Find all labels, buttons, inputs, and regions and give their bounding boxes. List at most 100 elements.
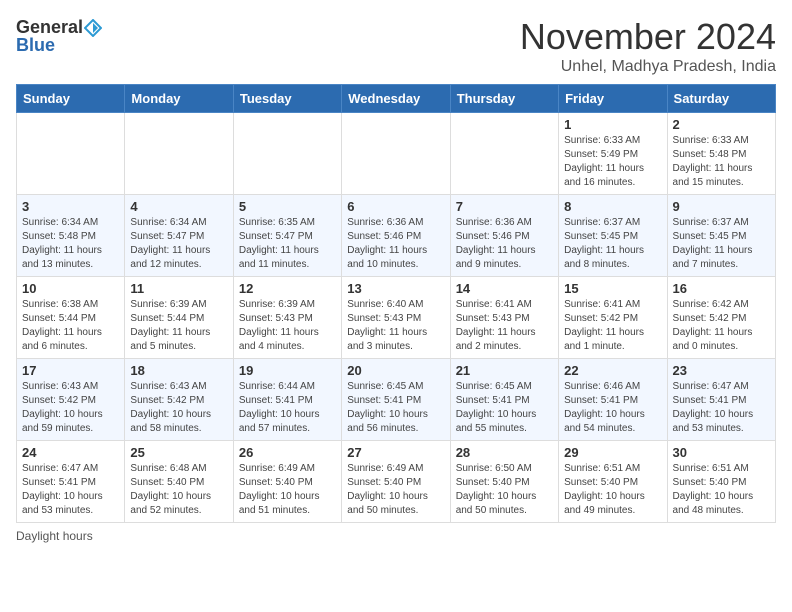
day-number: 7 (456, 199, 553, 214)
day-number: 6 (347, 199, 444, 214)
day-number: 30 (673, 445, 770, 460)
col-header-monday: Monday (125, 85, 233, 113)
calendar-cell: 7Sunrise: 6:36 AM Sunset: 5:46 PM Daylig… (450, 195, 558, 277)
calendar-cell: 29 Sunrise: 6:51 AM Sunset: 5:40 PM Dayli… (559, 441, 667, 523)
day-number: 24 (22, 445, 119, 460)
calendar-cell: 26 Sunrise: 6:49 AM Sunset: 5:40 PM Dayli… (233, 441, 341, 523)
day-info: Sunrise: 6:40 AM Sunset: 5:43 PM Dayligh… (347, 298, 444, 354)
day-info: Sunrise: 6:47 AM Sunset: 5:41 PM Dayligh… (673, 380, 770, 436)
day-info: Sunrise: 6:41 AM Sunset: 5:43 PM Dayligh… (456, 298, 553, 354)
footer-daylight: Daylight hours (16, 529, 776, 543)
col-header-friday: Friday (559, 85, 667, 113)
day-number: 8 (564, 199, 661, 214)
calendar-cell: 4Sunrise: 6:34 AM Sunset: 5:47 PM Daylig… (125, 195, 233, 277)
day-number: 18 (130, 363, 227, 378)
day-info: Sunrise: 6:43 AM Sunset: 5:42 PM Dayligh… (130, 380, 227, 436)
day-number: 20 (347, 363, 444, 378)
page-header: General Blue November 2024 Unhel, Madhya… (16, 16, 776, 76)
calendar-cell: 6 Sunrise: 6:36 AM Sunset: 5:46 PM Daylig… (342, 195, 450, 277)
calendar-cell: 11 Sunrise: 6:39 AM Sunset: 5:44 PM Dayli… (125, 277, 233, 359)
day-info: Sunrise: 6:34 AM Sunset: 5:47 PM Dayligh… (130, 216, 227, 272)
day-number: 27 (347, 445, 444, 460)
calendar-table: SundayMondayTuesdayWednesdayThursdayFrid… (16, 84, 776, 523)
day-number: 5 (239, 199, 336, 214)
calendar-cell: 25 Sunrise: 6:48 AM Sunset: 5:40 PM Dayli… (125, 441, 233, 523)
day-number: 17 (22, 363, 119, 378)
day-info: Sunrise: 6:38 AM Sunset: 5:44 PM Dayligh… (22, 298, 119, 354)
day-number: 12 (239, 281, 336, 296)
calendar-cell (17, 113, 125, 195)
day-info: Sunrise: 6:50 AM Sunset: 5:40 PM Dayligh… (456, 462, 553, 518)
day-info: Sunrise: 6:36 AM Sunset: 5:46 PM Dayligh… (347, 216, 444, 272)
day-number: 29 (564, 445, 661, 460)
calendar-cell: 30 Sunrise: 6:51 AM Sunset: 5:40 PM Dayli… (667, 441, 775, 523)
day-number: 1 (564, 117, 661, 132)
day-info: Sunrise: 6:49 AM Sunset: 5:40 PM Dayligh… (239, 462, 336, 518)
day-info: Sunrise: 6:51 AM Sunset: 5:40 PM Dayligh… (564, 462, 661, 518)
calendar-cell: 24Sunrise: 6:47 AM Sunset: 5:41 PM Dayli… (17, 441, 125, 523)
day-number: 25 (130, 445, 227, 460)
day-info: Sunrise: 6:34 AM Sunset: 5:48 PM Dayligh… (22, 216, 119, 272)
day-number: 16 (673, 281, 770, 296)
location-subtitle: Unhel, Madhya Pradesh, India (520, 58, 776, 76)
day-number: 13 (347, 281, 444, 296)
logo: General Blue (16, 16, 102, 56)
calendar-cell: 5 Sunrise: 6:35 AM Sunset: 5:47 PM Daylig… (233, 195, 341, 277)
calendar-cell: 3Sunrise: 6:34 AM Sunset: 5:48 PM Daylig… (17, 195, 125, 277)
calendar-cell: 19 Sunrise: 6:44 AM Sunset: 5:41 PM Dayli… (233, 359, 341, 441)
day-info: Sunrise: 6:39 AM Sunset: 5:44 PM Dayligh… (130, 298, 227, 354)
day-number: 26 (239, 445, 336, 460)
day-info: Sunrise: 6:37 AM Sunset: 5:45 PM Dayligh… (673, 216, 770, 272)
day-info: Sunrise: 6:39 AM Sunset: 5:43 PM Dayligh… (239, 298, 336, 354)
calendar-cell: 14 Sunrise: 6:41 AM Sunset: 5:43 PM Dayli… (450, 277, 558, 359)
day-number: 19 (239, 363, 336, 378)
day-number: 14 (456, 281, 553, 296)
calendar-cell: 27 Sunrise: 6:49 AM Sunset: 5:40 PM Dayli… (342, 441, 450, 523)
calendar-cell: 15 Sunrise: 6:41 AM Sunset: 5:42 PM Dayli… (559, 277, 667, 359)
day-info: Sunrise: 6:43 AM Sunset: 5:42 PM Dayligh… (22, 380, 119, 436)
calendar-cell (342, 113, 450, 195)
col-header-thursday: Thursday (450, 85, 558, 113)
day-number: 23 (673, 363, 770, 378)
calendar-cell: 20 Sunrise: 6:45 AM Sunset: 5:41 PM Dayli… (342, 359, 450, 441)
logo-blue: Blue (16, 35, 55, 55)
calendar-cell: 9Sunrise: 6:37 AM Sunset: 5:45 PM Daylig… (667, 195, 775, 277)
calendar-cell: 8 Sunrise: 6:37 AM Sunset: 5:45 PM Daylig… (559, 195, 667, 277)
title-block: November 2024 Unhel, Madhya Pradesh, Ind… (520, 16, 776, 76)
day-info: Sunrise: 6:41 AM Sunset: 5:42 PM Dayligh… (564, 298, 661, 354)
day-info: Sunrise: 6:33 AM Sunset: 5:49 PM Dayligh… (564, 134, 661, 190)
calendar-cell: 21Sunrise: 6:45 AM Sunset: 5:41 PM Dayli… (450, 359, 558, 441)
day-info: Sunrise: 6:45 AM Sunset: 5:41 PM Dayligh… (347, 380, 444, 436)
calendar-cell (450, 113, 558, 195)
day-info: Sunrise: 6:42 AM Sunset: 5:42 PM Dayligh… (673, 298, 770, 354)
calendar-cell: 28 Sunrise: 6:50 AM Sunset: 5:40 PM Dayli… (450, 441, 558, 523)
calendar-cell: 13 Sunrise: 6:40 AM Sunset: 5:43 PM Dayli… (342, 277, 450, 359)
month-title: November 2024 (520, 16, 776, 58)
calendar-cell (233, 113, 341, 195)
day-number: 22 (564, 363, 661, 378)
col-header-tuesday: Tuesday (233, 85, 341, 113)
col-header-sunday: Sunday (17, 85, 125, 113)
day-info: Sunrise: 6:49 AM Sunset: 5:40 PM Dayligh… (347, 462, 444, 518)
day-info: Sunrise: 6:48 AM Sunset: 5:40 PM Dayligh… (130, 462, 227, 518)
calendar-cell: 1 Sunrise: 6:33 AM Sunset: 5:49 PM Daylig… (559, 113, 667, 195)
calendar-cell: 10Sunrise: 6:38 AM Sunset: 5:44 PM Dayli… (17, 277, 125, 359)
calendar-cell: 22Sunrise: 6:46 AM Sunset: 5:41 PM Dayli… (559, 359, 667, 441)
day-info: Sunrise: 6:51 AM Sunset: 5:40 PM Dayligh… (673, 462, 770, 518)
calendar-cell (125, 113, 233, 195)
calendar-cell: 17 Sunrise: 6:43 AM Sunset: 5:42 PM Dayli… (17, 359, 125, 441)
col-header-wednesday: Wednesday (342, 85, 450, 113)
day-number: 21 (456, 363, 553, 378)
calendar-cell: 23 Sunrise: 6:47 AM Sunset: 5:41 PM Dayli… (667, 359, 775, 441)
calendar-cell: 2Sunrise: 6:33 AM Sunset: 5:48 PM Daylig… (667, 113, 775, 195)
day-number: 28 (456, 445, 553, 460)
calendar-cell: 16 Sunrise: 6:42 AM Sunset: 5:42 PM Dayli… (667, 277, 775, 359)
day-number: 2 (673, 117, 770, 132)
day-number: 11 (130, 281, 227, 296)
day-info: Sunrise: 6:37 AM Sunset: 5:45 PM Dayligh… (564, 216, 661, 272)
col-header-saturday: Saturday (667, 85, 775, 113)
day-info: Sunrise: 6:44 AM Sunset: 5:41 PM Dayligh… (239, 380, 336, 436)
day-info: Sunrise: 6:35 AM Sunset: 5:47 PM Dayligh… (239, 216, 336, 272)
day-number: 15 (564, 281, 661, 296)
calendar-cell: 12 Sunrise: 6:39 AM Sunset: 5:43 PM Dayli… (233, 277, 341, 359)
